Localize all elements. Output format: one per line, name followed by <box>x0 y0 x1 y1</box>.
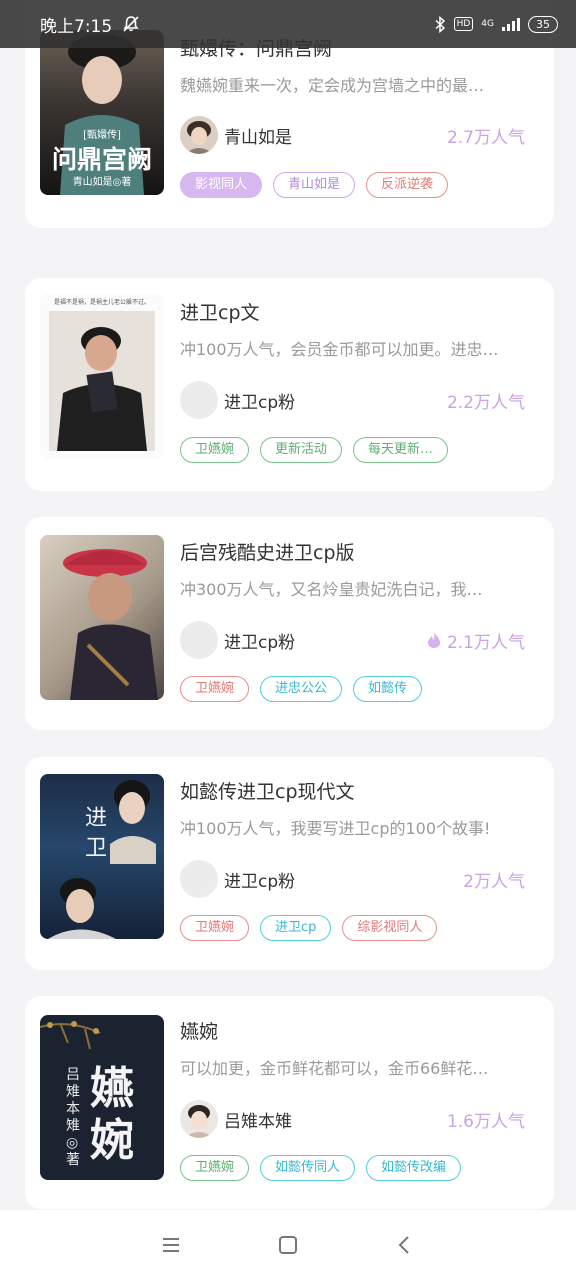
tag-list: 影视同人 青山如是 反派逆袭 <box>180 172 449 198</box>
tag[interactable]: 综影视同人 <box>342 915 438 941</box>
status-bar: 晚上7:15 HD 4G 35 <box>0 0 576 48</box>
tag[interactable]: 如懿传 <box>353 676 423 702</box>
author-avatar[interactable] <box>180 1100 218 1138</box>
cover-title: 嬿婉 <box>90 1063 134 1166</box>
author-avatar[interactable] <box>180 621 218 659</box>
popularity: 2.1万人气 <box>427 628 525 653</box>
home-icon[interactable] <box>277 1234 299 1256</box>
author-name[interactable]: 吕雉本雉 <box>224 1107 292 1132</box>
cover-series: [甄嬛传] <box>83 130 121 141</box>
author-name[interactable]: 进卫cp粉 <box>224 388 295 413</box>
book-description: 可以加更，金币鲜花都可以，金币66鲜花… <box>180 1059 489 1078</box>
book-description: 魏嬿婉重来一次，定会成为宫墙之中的最… <box>180 76 485 95</box>
popularity-text: 2.7万人气 <box>446 127 525 148</box>
author-row: 吕雉本雉 1.6万人气 <box>180 1100 525 1138</box>
tag[interactable]: 更新活动 <box>260 437 343 463</box>
signal-icon <box>502 17 520 31</box>
author-row: 进卫cp粉 2.1万人气 <box>180 621 525 659</box>
author-name[interactable]: 进卫cp粉 <box>224 867 295 892</box>
cover-branches <box>40 1021 101 1050</box>
book-card[interactable]: 进卫 如懿传进卫cp现代文 冲100万人气，我要写进卫cp的100个故事! 进卫… <box>25 757 554 970</box>
tag[interactable]: 卫嬿婉 <box>180 676 250 702</box>
book-description: 冲300万人气，又名炩皇贵妃洗白记，我… <box>180 580 483 599</box>
author-name[interactable]: 进卫cp粉 <box>224 628 295 653</box>
menu-icon[interactable] <box>160 1235 182 1255</box>
book-description: 冲100万人气，我要写进卫cp的100个故事! <box>180 819 491 838</box>
tag-list: 卫嬿婉 更新活动 每天更新… <box>180 437 449 463</box>
mute-bell-icon <box>123 16 139 32</box>
book-card[interactable]: 嬿婉 吕雉本雉◎著 嬿婉 可以加更，金币鲜花都可以，金币66鲜花… 吕雉本雉 1… <box>25 996 554 1209</box>
system-nav-bar <box>0 1210 576 1280</box>
author-avatar[interactable] <box>180 860 218 898</box>
book-cover: 嬿婉 吕雉本雉◎著 <box>40 1015 164 1180</box>
popularity-text: 1.6万人气 <box>446 1111 525 1132</box>
tag[interactable]: 青山如是 <box>273 172 356 198</box>
cover-author: 吕雉本雉◎著 <box>66 1067 80 1168</box>
tag[interactable]: 影视同人 <box>180 172 263 198</box>
tag-list: 卫嬿婉 进卫cp 综影视同人 <box>180 915 438 941</box>
tag[interactable]: 进卫cp <box>260 915 332 941</box>
status-time: 晚上7:15 <box>40 16 113 37</box>
cover-portrait <box>49 311 155 451</box>
tag[interactable]: 如懿传改编 <box>366 1155 462 1181</box>
book-cover: [甄嬛传] 问鼎宫阙 青山如是◎著 <box>40 30 164 195</box>
cover-caption: 是福不是祸，是祸主儿老公躲不过。 <box>53 299 150 306</box>
cover-portrait <box>63 549 158 700</box>
tag[interactable]: 每天更新… <box>353 437 449 463</box>
popularity: 2.2万人气 <box>447 388 525 413</box>
tag[interactable]: 如懿传同人 <box>260 1155 356 1181</box>
book-cover: 是福不是祸，是祸主儿老公躲不过。 <box>40 294 164 459</box>
cover-title: 进卫 <box>85 806 108 861</box>
battery-indicator: 35 <box>528 15 558 33</box>
book-card[interactable]: 后宫残酷史进卫cp版 冲300万人气，又名炩皇贵妃洗白记，我… 进卫cp粉 2.… <box>25 517 554 730</box>
back-icon[interactable] <box>394 1234 416 1256</box>
book-title: 嬿婉 <box>180 1021 219 1043</box>
book-title: 进卫cp文 <box>180 302 260 324</box>
bluetooth-icon <box>435 15 445 33</box>
popularity: 1.6万人气 <box>447 1107 525 1132</box>
book-title: 如懿传进卫cp现代文 <box>180 781 355 803</box>
book-cover: 进卫 <box>40 774 164 939</box>
book-description: 冲100万人气，会员金币都可以加更。进忠… <box>180 340 499 359</box>
tag[interactable]: 卫嬿婉 <box>180 437 250 463</box>
popularity-text: 2.2万人气 <box>446 392 525 413</box>
popularity-text: 2.1万人气 <box>446 632 525 653</box>
hd-badge: HD <box>453 17 474 31</box>
tag-list: 卫嬿婉 如懿传同人 如懿传改编 <box>180 1155 462 1181</box>
popularity-text: 2万人气 <box>463 871 525 892</box>
popularity: 2万人气 <box>463 867 525 892</box>
tag[interactable]: 卫嬿婉 <box>180 1155 250 1181</box>
book-title: 后宫残酷史进卫cp版 <box>180 542 355 564</box>
author-row: 青山如是 2.7万人气 <box>180 116 525 154</box>
book-cover <box>40 535 164 700</box>
author-avatar[interactable] <box>180 116 218 154</box>
author-name[interactable]: 青山如是 <box>224 123 292 148</box>
popularity: 2.7万人气 <box>447 123 525 148</box>
flame-icon <box>427 632 440 648</box>
network-label: 4G <box>481 19 494 29</box>
tag[interactable]: 进忠公公 <box>260 676 343 702</box>
author-avatar[interactable] <box>180 381 218 419</box>
author-row: 进卫cp粉 2万人气 <box>180 860 525 898</box>
author-row: 进卫cp粉 2.2万人气 <box>180 381 525 419</box>
book-card[interactable]: 是福不是祸，是祸主儿老公躲不过。 进卫cp文 冲100万人气，会员金币都可以加更… <box>25 278 554 491</box>
cover-author: 青山如是◎著 <box>72 177 132 188</box>
tag[interactable]: 卫嬿婉 <box>180 915 250 941</box>
cover-title: 问鼎宫阙 <box>51 145 152 174</box>
tag[interactable]: 反派逆袭 <box>366 172 449 198</box>
tag-list: 卫嬿婉 进忠公公 如懿传 <box>180 676 423 702</box>
